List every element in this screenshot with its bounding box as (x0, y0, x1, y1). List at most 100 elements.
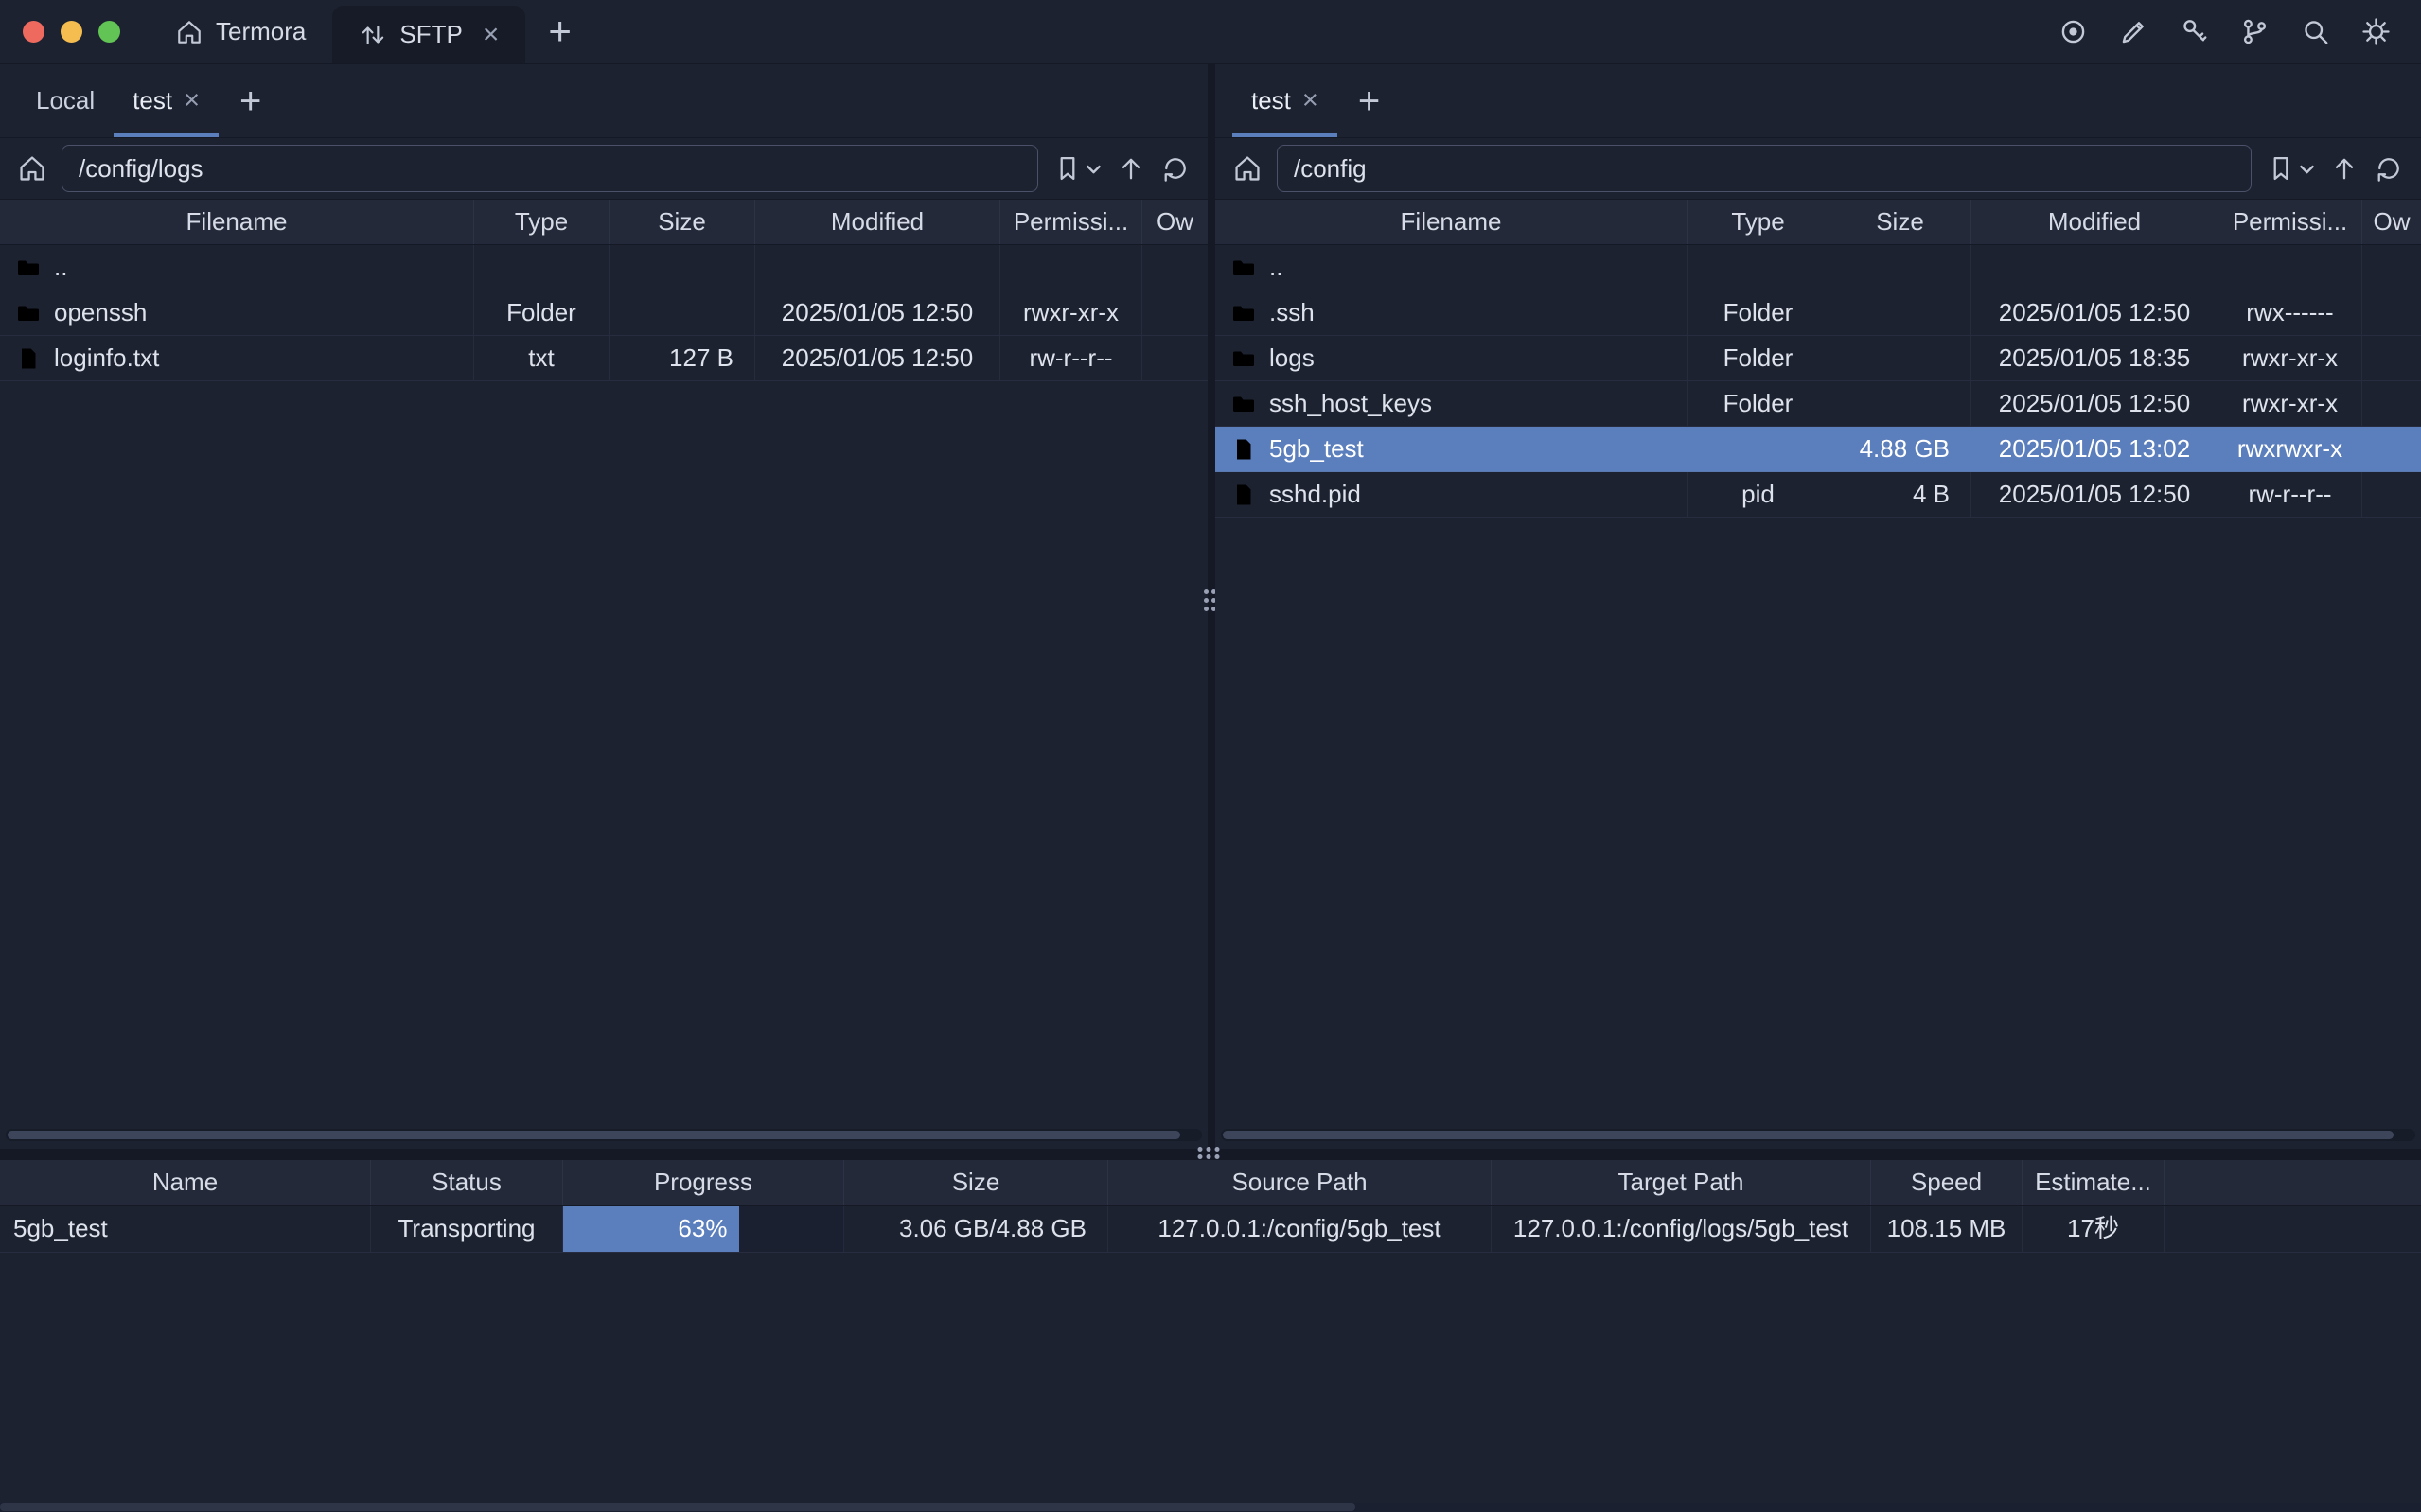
column-header-modified[interactable]: Modified (1971, 200, 2218, 244)
file-row[interactable]: logs Folder 2025/01/05 18:35 rwxr-xr-x (1215, 336, 2421, 381)
file-type-cell: Folder (1688, 290, 1829, 335)
bookmark-button[interactable] (2266, 153, 2315, 184)
column-header-status[interactable]: Status (371, 1160, 563, 1205)
column-header-speed[interactable]: Speed (1871, 1160, 2023, 1205)
horizontal-scrollbar[interactable] (1221, 1129, 2415, 1141)
file-row-selected[interactable]: 5gb_test 4.88 GB 2025/01/05 13:02 rwxrwx… (1215, 427, 2421, 472)
record-icon (2058, 16, 2089, 47)
file-type-cell (1688, 427, 1829, 471)
file-row[interactable]: ssh_host_keys Folder 2025/01/05 12:50 rw… (1215, 381, 2421, 427)
zoom-window-button[interactable] (98, 21, 120, 43)
file-row[interactable]: sshd.pid pid 4 B 2025/01/05 12:50 rw-r--… (1215, 472, 2421, 518)
file-name-cell: ssh_host_keys (1215, 381, 1688, 426)
refresh-icon (2374, 153, 2404, 184)
traffic-lights (0, 0, 149, 63)
file-name-cell: loginfo.txt (0, 336, 474, 380)
column-header-permissions[interactable]: Permissi... (1000, 200, 1142, 244)
file-row[interactable]: loginfo.txt txt 127 B 2025/01/05 12:50 r… (0, 336, 1208, 381)
file-type-cell: pid (1688, 472, 1829, 517)
file-size-cell: 127 B (610, 336, 755, 380)
parent-directory-button[interactable] (2329, 153, 2359, 184)
add-tab-button[interactable]: + (1337, 64, 1401, 137)
window-tab-label: Termora (216, 16, 306, 48)
file-type-cell: Folder (474, 290, 610, 335)
file-type-cell: Folder (1688, 381, 1829, 426)
window-tab-sftp[interactable]: SFTP × (332, 6, 525, 63)
window-tab-termora[interactable]: Termora (149, 0, 332, 63)
minimize-window-button[interactable] (61, 21, 82, 43)
file-size-cell (1829, 290, 1971, 335)
bookmark-icon (2266, 153, 2296, 184)
column-header-permissions[interactable]: Permissi... (2218, 200, 2362, 244)
home-icon[interactable] (17, 153, 47, 184)
right-pane-tabs: test × + (1215, 64, 2421, 138)
tab-test[interactable]: test × (1232, 64, 1337, 137)
tab-test[interactable]: test × (114, 64, 219, 137)
column-header-size[interactable]: Size (610, 200, 755, 244)
file-permissions-cell: rwxr-xr-x (1000, 290, 1142, 335)
close-icon[interactable]: × (1302, 87, 1318, 114)
horizontal-split-divider[interactable] (0, 1149, 2421, 1160)
right-pathbar (1215, 138, 2421, 199)
folder-icon (1230, 255, 1257, 281)
close-window-button[interactable] (23, 21, 44, 43)
column-header-size[interactable]: Size (1829, 200, 1971, 244)
column-header-target-path[interactable]: Target Path (1492, 1160, 1871, 1205)
new-window-tab-button[interactable]: + (525, 0, 594, 63)
settings-button[interactable] (2357, 13, 2394, 51)
column-header-size[interactable]: Size (844, 1160, 1108, 1205)
right-pane: test × + Filename Type Size Modified (1215, 64, 2421, 1149)
scrollbar-thumb[interactable] (0, 1503, 1355, 1511)
file-type-cell (474, 245, 610, 290)
record-button[interactable] (2054, 13, 2092, 51)
file-permissions-cell (2218, 245, 2362, 290)
file-modified-cell: 2025/01/05 12:50 (1971, 381, 2218, 426)
column-header-modified[interactable]: Modified (755, 200, 1000, 244)
column-header-owner[interactable]: Ow (2362, 200, 2421, 244)
close-icon[interactable]: × (184, 87, 200, 114)
transfer-speed-cell: 108.15 MB (1871, 1206, 2023, 1252)
column-header-type[interactable]: Type (1688, 200, 1829, 244)
transfer-blank-cell (2165, 1206, 2421, 1252)
left-table-header: Filename Type Size Modified Permissi... … (0, 199, 1208, 245)
bookmark-button[interactable] (1052, 153, 1102, 184)
file-permissions-cell (1000, 245, 1142, 290)
column-header-name[interactable]: Name (0, 1160, 371, 1205)
edit-button[interactable] (2114, 13, 2152, 51)
file-name-cell: openssh (0, 290, 474, 335)
file-row[interactable]: .. (1215, 245, 2421, 290)
add-tab-button[interactable]: + (219, 64, 282, 137)
column-header-filename[interactable]: Filename (0, 200, 474, 244)
search-button[interactable] (2296, 13, 2334, 51)
column-header-owner[interactable]: Ow (1142, 200, 1208, 244)
bottom-scrollbar[interactable] (0, 1503, 2421, 1512)
file-row[interactable]: openssh Folder 2025/01/05 12:50 rwxr-xr-… (0, 290, 1208, 336)
column-header-estimate[interactable]: Estimate... (2023, 1160, 2165, 1205)
transfer-row[interactable]: 5gb_test Transporting 63% 3.06 GB/4.88 G… (0, 1206, 2421, 1253)
branch-button[interactable] (2235, 13, 2273, 51)
folder-icon (1230, 345, 1257, 372)
home-icon[interactable] (1232, 153, 1263, 184)
file-size-cell (610, 245, 755, 290)
column-header-filename[interactable]: Filename (1215, 200, 1688, 244)
horizontal-scrollbar[interactable] (6, 1129, 1202, 1141)
refresh-button[interactable] (1160, 153, 1191, 184)
divider-handle-icon[interactable] (1198, 1147, 1224, 1162)
file-row[interactable]: .ssh Folder 2025/01/05 12:50 rwx------ (1215, 290, 2421, 336)
scrollbar-thumb[interactable] (8, 1131, 1180, 1139)
parent-directory-button[interactable] (1116, 153, 1146, 184)
key-manager-button[interactable] (2175, 13, 2213, 51)
path-input[interactable] (62, 145, 1038, 192)
tab-local[interactable]: Local (17, 64, 114, 137)
close-icon[interactable]: × (483, 21, 500, 49)
path-input[interactable] (1277, 145, 2252, 192)
scrollbar-thumb[interactable] (1223, 1131, 2394, 1139)
column-header-type[interactable]: Type (474, 200, 610, 244)
column-header-source-path[interactable]: Source Path (1108, 1160, 1492, 1205)
column-header-progress[interactable]: Progress (563, 1160, 844, 1205)
vertical-split-divider[interactable] (1208, 64, 1215, 1149)
refresh-button[interactable] (2374, 153, 2404, 184)
file-icon (1230, 482, 1257, 508)
file-row[interactable]: .. (0, 245, 1208, 290)
transfer-source-cell: 127.0.0.1:/config/5gb_test (1108, 1206, 1492, 1252)
